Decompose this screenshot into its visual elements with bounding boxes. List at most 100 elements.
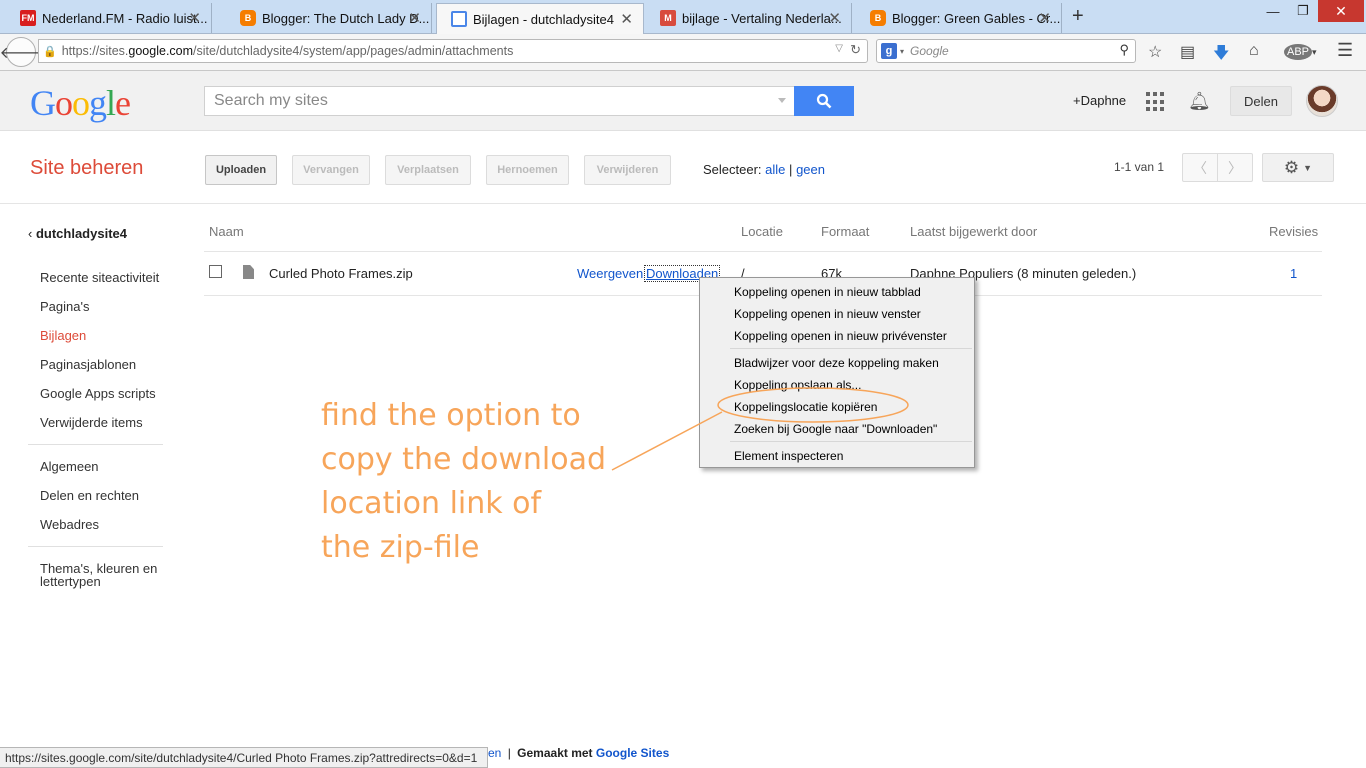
browser-search-field[interactable]: g ▾ Google ⚲: [876, 39, 1136, 63]
google-search-engine-icon[interactable]: g: [881, 43, 897, 59]
search-icon[interactable]: ⚲: [1119, 42, 1129, 58]
reading-list-icon[interactable]: ▤: [1180, 42, 1195, 62]
close-tab-icon[interactable]: ✕: [828, 9, 841, 27]
adblock-icon[interactable]: ABP: [1284, 44, 1313, 60]
sidebar-item-templates[interactable]: Paginasjablonen: [40, 358, 136, 371]
sidebar-item-themes[interactable]: Thema's, kleuren en lettertypen: [40, 562, 157, 588]
sidebar-item-attachments[interactable]: Bijlagen: [40, 329, 86, 342]
sidebar-item-deleted-items[interactable]: Verwijderde items: [40, 416, 143, 429]
tab-nederland-fm[interactable]: FM Nederland.FM - Radio luist... ✕: [6, 3, 212, 33]
upload-button[interactable]: Uploaden: [205, 155, 277, 185]
menu-icon[interactable]: ☰: [1337, 40, 1353, 61]
sidebar-item-pages[interactable]: Pagina's: [40, 300, 89, 313]
column-header-revisions[interactable]: Revisies: [1269, 224, 1318, 239]
back-to-site-link[interactable]: ‹ dutchladysite4: [28, 226, 127, 241]
manage-header: Site beheren Uploaden Vervangen Verplaat…: [0, 131, 1366, 204]
search-button[interactable]: [794, 86, 854, 116]
prev-page-button[interactable]: 〈: [1182, 153, 1218, 182]
view-link[interactable]: Weergeven: [577, 266, 643, 281]
select-none-link[interactable]: geen: [796, 162, 825, 177]
tab-strip: FM Nederland.FM - Radio luist... ✕ B Blo…: [0, 0, 1366, 34]
menu-item-open-new-window[interactable]: Koppeling openen in nieuw venster: [734, 307, 921, 321]
tab-title: Nederland.FM - Radio luist...: [42, 10, 208, 26]
move-button[interactable]: Verplaatsen: [385, 155, 471, 185]
blogger-icon: B: [870, 10, 886, 26]
lock-icon: 🔒: [43, 45, 57, 58]
restore-button[interactable]: ❐: [1288, 0, 1318, 22]
new-tab-button[interactable]: +: [1072, 5, 1084, 28]
adblock-dropdown-icon[interactable]: ▾: [1312, 47, 1317, 58]
bookmark-star-icon[interactable]: ☆: [1148, 42, 1162, 62]
notifications-bell-icon[interactable]: 🔔︎: [1188, 91, 1211, 112]
close-tab-icon[interactable]: ✕: [408, 9, 421, 27]
tab-title: Bijlagen - dutchladysite4: [473, 11, 614, 27]
sidebar-item-web-address[interactable]: Webadres: [40, 518, 99, 531]
engine-dropdown-icon[interactable]: ▾: [900, 47, 904, 56]
sidebar-divider: [28, 444, 163, 445]
google-sites-link[interactable]: Google Sites: [596, 746, 669, 760]
tab-bijlagen[interactable]: Bijlagen - dutchladysite4 ✕: [436, 3, 644, 34]
page-count: 1-1 van 1: [1114, 160, 1165, 174]
site-search-input[interactable]: Search my sites: [204, 86, 794, 116]
tab-blogger-dutch-lady[interactable]: B Blogger: The Dutch Lady D... ✕: [226, 3, 432, 33]
menu-separator: [730, 348, 972, 349]
status-bar-url: https://sites.google.com/site/dutchladys…: [0, 747, 488, 768]
tab-title: Blogger: The Dutch Lady D...: [262, 10, 430, 26]
select-all-link[interactable]: alle: [765, 162, 785, 177]
rename-button[interactable]: Hernoemen: [486, 155, 569, 185]
search-icon: [816, 93, 832, 109]
page-title: Site beheren: [30, 157, 144, 179]
window-close-button[interactable]: ✕: [1318, 0, 1364, 22]
column-header-location[interactable]: Locatie: [741, 224, 783, 239]
file-name: Curled Photo Frames.zip: [269, 266, 413, 281]
blogger-icon: B: [240, 10, 256, 26]
home-icon[interactable]: ⌂: [1249, 42, 1259, 60]
column-header-format[interactable]: Formaat: [821, 224, 869, 239]
chevron-left-icon: ‹: [28, 226, 36, 241]
tab-vertaling[interactable]: M bijlage - Vertaling Nederla... ✕: [646, 3, 852, 33]
fm-icon: FM: [20, 10, 36, 26]
menu-item-copy-link-location[interactable]: Koppelingslocatie kopiëren: [734, 400, 877, 414]
menu-separator: [730, 441, 972, 442]
sidebar-item-apps-scripts[interactable]: Google Apps scripts: [40, 387, 156, 400]
back-button[interactable]: 🡐: [0, 37, 42, 67]
tab-blogger-green-gables[interactable]: B Blogger: Green Gables - Cr... ✕: [856, 3, 1062, 33]
next-page-button[interactable]: 〉: [1217, 153, 1253, 182]
chevron-down-icon: ▼: [1303, 162, 1313, 173]
menu-item-open-private-window[interactable]: Koppeling openen in nieuw privévenster: [734, 329, 947, 343]
google-logo[interactable]: Google: [30, 82, 131, 124]
menu-item-inspect-element[interactable]: Element inspecteren: [734, 449, 843, 463]
settings-button[interactable]: ⚙ ▼: [1262, 153, 1334, 182]
column-header-updated-by[interactable]: Laatst bijgewerkt door: [910, 224, 1037, 239]
gear-icon: ⚙: [1283, 157, 1300, 177]
search-engine-placeholder: Google: [910, 44, 949, 58]
search-dropdown-icon[interactable]: [778, 98, 786, 103]
delete-button[interactable]: Verwijderen: [584, 155, 671, 185]
chevron-right-icon: 〉: [1228, 159, 1242, 176]
menu-item-save-link-as[interactable]: Koppeling opslaan als...: [734, 378, 861, 392]
close-tab-icon[interactable]: ✕: [188, 9, 201, 27]
close-tab-icon[interactable]: ✕: [620, 10, 633, 28]
menu-item-search-google[interactable]: Zoeken bij Google naar "Downloaden": [734, 422, 937, 436]
sidebar-divider: [28, 546, 163, 547]
reload-icon[interactable]: ↻: [850, 42, 861, 58]
plus-user-link[interactable]: +Daphne: [1073, 93, 1126, 108]
url-bar[interactable]: 🔒 https://sites.google.com/site/dutchlad…: [38, 39, 868, 63]
download-icon[interactable]: 🡇: [1213, 42, 1229, 69]
tab-title: bijlage - Vertaling Nederla...: [682, 10, 842, 26]
minimize-button[interactable]: —: [1258, 0, 1288, 22]
close-tab-icon[interactable]: ✕: [1038, 9, 1051, 27]
sidebar-item-recent-activity[interactable]: Recente siteactiviteit: [40, 271, 159, 284]
sidebar-item-general[interactable]: Algemeen: [40, 460, 99, 473]
menu-item-bookmark-link[interactable]: Bladwijzer voor deze koppeling maken: [734, 356, 939, 370]
share-button[interactable]: Delen: [1230, 86, 1292, 116]
replace-button[interactable]: Vervangen: [292, 155, 370, 185]
apps-grid-icon[interactable]: [1146, 92, 1166, 112]
row-checkbox[interactable]: [209, 265, 222, 278]
history-dropdown-icon[interactable]: ▽: [835, 43, 843, 54]
file-revisions-link[interactable]: 1: [1290, 266, 1297, 281]
column-header-name[interactable]: Naam: [209, 224, 244, 239]
menu-item-open-new-tab[interactable]: Koppeling openen in nieuw tabblad: [734, 285, 921, 299]
avatar[interactable]: [1306, 85, 1338, 117]
sidebar-item-sharing[interactable]: Delen en rechten: [40, 489, 139, 502]
